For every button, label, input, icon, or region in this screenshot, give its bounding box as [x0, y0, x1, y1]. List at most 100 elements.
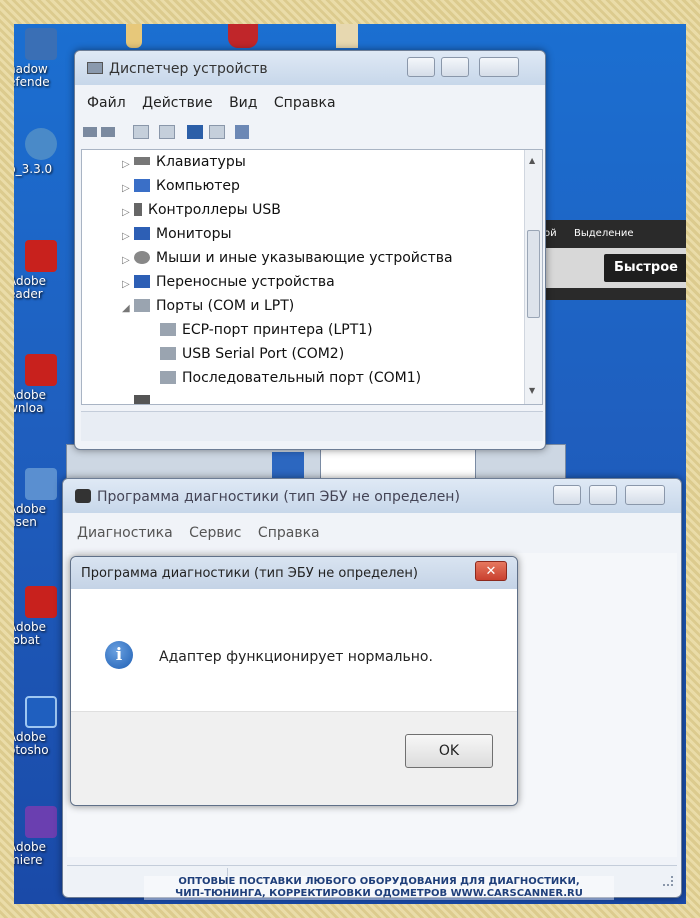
menu-view[interactable]: Вид	[229, 95, 257, 111]
watermark-line-2: ЧИП-ТЮНИНГА, КОРРЕКТИРОВКИ ОДОМЕТРОВ WWW…	[175, 888, 583, 899]
port-icon	[134, 299, 150, 312]
device-tree: ▷ Клавиатуры ▷ Компьютер ▷ Контроллеры U…	[81, 149, 543, 405]
desktop-icon-label: p_3.3.0	[14, 162, 53, 176]
tree-child-lpt1[interactable]: ECP-порт принтера (LPT1)	[160, 322, 373, 338]
tree-node-monitors[interactable]: Мониторы	[134, 226, 232, 242]
desktop-icon-p330[interactable]: p_3.3.0	[14, 128, 68, 176]
device-manager-titlebar[interactable]: Диспетчер устройств	[75, 51, 545, 85]
watermark-line-1: ОПТОВЫЕ ПОСТАВКИ ЛЮБОГО ОБОРУДОВАНИЯ ДЛЯ…	[178, 876, 580, 887]
usb-icon	[134, 203, 142, 216]
tree-node-keyboards[interactable]: Клавиатуры	[134, 154, 246, 170]
window-title: Программа диагностики (тип ЭБУ не опреде…	[97, 489, 460, 505]
desktop-icon-label: Adobe robat	[14, 620, 46, 647]
desktop-icon-label: hadow efende	[14, 62, 50, 89]
desktop-icon-label: Adobe eader	[14, 274, 46, 301]
taskbar-icon-fragment[interactable]	[336, 24, 358, 48]
taskbar-icon-fragment[interactable]	[126, 24, 142, 48]
menu-action[interactable]: Действие	[142, 95, 212, 111]
menu-file[interactable]: Файл	[87, 95, 126, 111]
info-icon: i	[105, 641, 133, 669]
watermark: ОПТОВЫЕ ПОСТАВКИ ЛЮБОГО ОБОРУДОВАНИЯ ДЛЯ…	[144, 876, 614, 900]
forward-icon[interactable]	[101, 127, 115, 137]
properties-icon[interactable]	[159, 125, 175, 139]
window-title: Диспетчер устройств	[109, 61, 268, 77]
maximize-button[interactable]	[441, 57, 469, 77]
shield-icon	[25, 28, 57, 60]
resize-grip-icon[interactable]	[663, 876, 673, 886]
computer-icon	[134, 179, 150, 192]
desktop-icon-adobe-premiere[interactable]: Adobe miere	[14, 806, 68, 866]
tree-node-ports[interactable]: Порты (COM и LPT)	[134, 298, 294, 314]
scroll-up-icon[interactable]: ▲	[529, 156, 535, 165]
dialog-button-area: OK	[71, 711, 517, 805]
port-icon	[160, 323, 176, 336]
port-icon	[160, 347, 176, 360]
desktop-icon-adobe-acrobat[interactable]: Adobe robat	[14, 586, 68, 646]
device-manager-statusbar	[81, 411, 543, 441]
monitor-icon	[134, 227, 150, 240]
maximize-button[interactable]	[589, 485, 617, 505]
device-icon	[134, 395, 150, 404]
desktop-icon-label: Adobe wnloa	[14, 388, 46, 415]
acrobat-icon	[25, 586, 57, 618]
diagnostic-menubar: Диагностика Сервис Справка	[77, 525, 681, 549]
mouse-icon	[134, 251, 150, 264]
message-dialog: Программа диагностики (тип ЭБУ не опреде…	[70, 556, 518, 806]
quick-button[interactable]: Быстрое	[604, 254, 686, 282]
menu-item-selection[interactable]: Выделение	[574, 228, 634, 239]
scroll-down-icon[interactable]: ▼	[529, 386, 535, 395]
photoshop-icon	[25, 696, 57, 728]
adobe-icon	[25, 354, 57, 386]
update-icon[interactable]	[209, 125, 225, 139]
tree-node-usb-controllers[interactable]: Контроллеры USB	[134, 202, 281, 218]
menu-help[interactable]: Справка	[274, 95, 336, 111]
port-icon	[160, 371, 176, 384]
help-icon[interactable]	[187, 125, 203, 139]
dialog-titlebar[interactable]: Программа диагностики (тип ЭБУ не опреде…	[71, 557, 517, 589]
menu-diagnostics[interactable]: Диагностика	[77, 525, 173, 541]
tree-scrollbar[interactable]: ▲ ▼	[524, 150, 542, 404]
tree-node-computer[interactable]: Компьютер	[134, 178, 240, 194]
tree-node-mice[interactable]: Мыши и иные указывающие устройства	[134, 250, 453, 266]
premiere-icon	[25, 806, 57, 838]
dialog-message: Адаптер функционирует нормально.	[159, 649, 433, 665]
device-manager-window: Диспетчер устройств Файл Действие Вид Сп…	[74, 50, 546, 450]
tree-node-partial[interactable]	[134, 394, 156, 404]
tree-child-com1[interactable]: Последовательный порт (COM1)	[160, 370, 421, 386]
scan-icon[interactable]	[235, 125, 249, 139]
diagnostic-app-icon	[75, 489, 91, 503]
diagnostic-titlebar[interactable]: Программа диагностики (тип ЭБУ не опреде…	[63, 479, 681, 513]
menu-service[interactable]: Сервис	[189, 525, 241, 541]
back-icon[interactable]	[83, 127, 97, 137]
portable-device-icon	[134, 275, 150, 288]
background-app-window: ой Выделение Быстрое	[534, 220, 686, 300]
menu-help[interactable]: Справка	[258, 525, 320, 541]
tree-child-com2[interactable]: USB Serial Port (COM2)	[160, 346, 344, 362]
close-button[interactable]: ✕	[475, 561, 507, 581]
desktop-icon-adobe-reader[interactable]: Adobe eader	[14, 240, 68, 300]
device-manager-icon	[87, 62, 103, 74]
desktop-icon-adobe-licensing[interactable]: Adobe nsen	[14, 468, 68, 528]
close-button[interactable]	[479, 57, 519, 77]
minimize-button[interactable]	[553, 485, 581, 505]
globe-icon	[25, 128, 57, 160]
document-icon	[25, 468, 57, 500]
desktop-icon-label: Adobe nsen	[14, 502, 46, 529]
minimize-button[interactable]	[407, 57, 435, 77]
tree-node-portable-devices[interactable]: Переносные устройства	[134, 274, 335, 290]
scroll-thumb[interactable]	[527, 230, 540, 318]
dialog-title: Программа диагностики (тип ЭБУ не опреде…	[81, 566, 419, 581]
ok-button[interactable]: OK	[405, 734, 493, 768]
desktop: hadow efende p_3.3.0 Adobe eader Adobe w…	[14, 24, 686, 904]
desktop-icon-label: Adobe otosho	[14, 730, 49, 757]
desktop-icon-shadow-defender[interactable]: hadow efende	[14, 28, 68, 88]
close-button[interactable]	[625, 485, 665, 505]
desktop-icon-adobe-download[interactable]: Adobe wnloa	[14, 354, 68, 414]
adobe-reader-icon	[25, 240, 57, 272]
desktop-icon-label: Adobe miere	[14, 840, 46, 867]
desktop-icon-adobe-photoshop[interactable]: Adobe otosho	[14, 696, 68, 756]
show-hide-icon[interactable]	[133, 125, 149, 139]
device-manager-menubar: Файл Действие Вид Справка	[87, 95, 545, 119]
taskbar-icon-fragment[interactable]	[228, 24, 258, 48]
keyboard-icon	[134, 157, 150, 165]
